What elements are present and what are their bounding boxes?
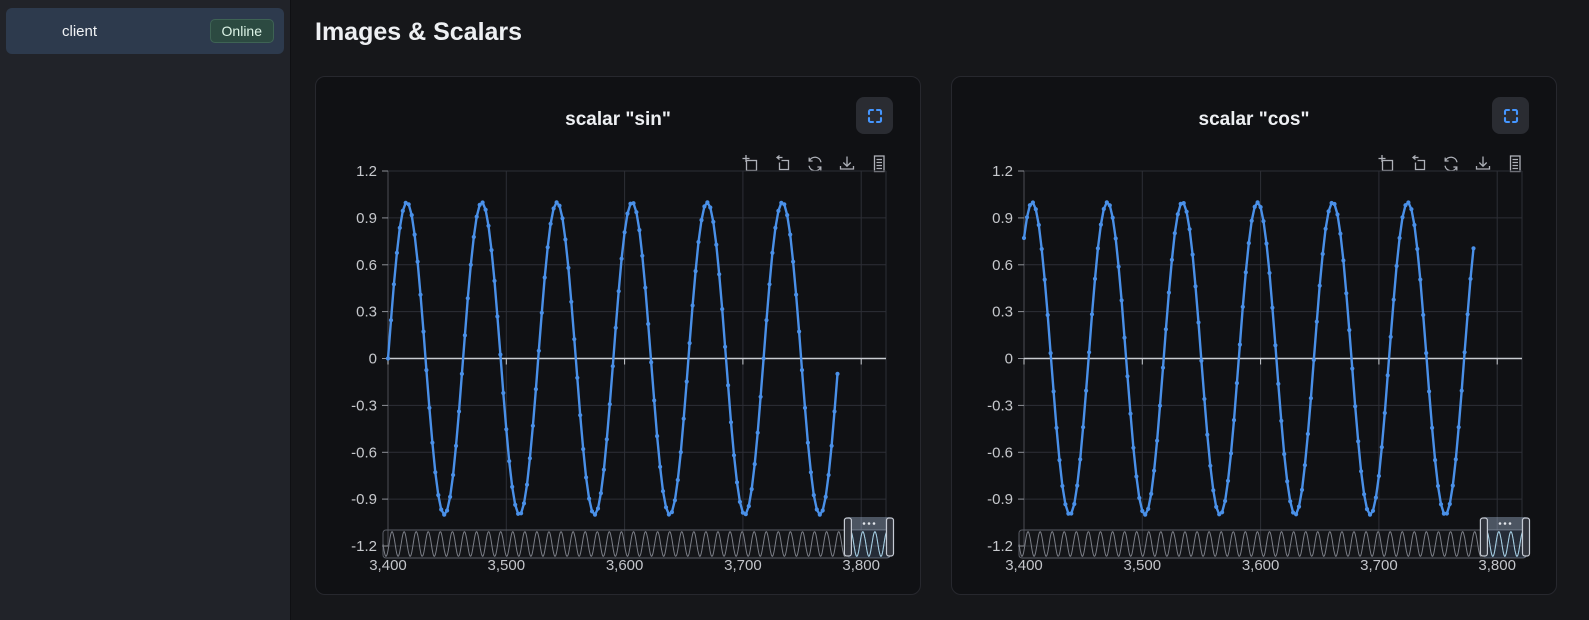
- x-axis-labels: 3,400 3,500 3,600 3,700 3,800: [1005, 557, 1516, 574]
- svg-text:-0.9: -0.9: [351, 491, 377, 508]
- main-area: Images & Scalars scalar "sin": [291, 0, 1589, 620]
- svg-text:-1.2: -1.2: [987, 538, 1013, 555]
- svg-text:3,400: 3,400: [1005, 557, 1043, 574]
- svg-text:-0.3: -0.3: [987, 397, 1013, 414]
- svg-text:3,800: 3,800: [1478, 557, 1516, 574]
- move-handle-dots-icon: [863, 522, 876, 525]
- svg-text:0.3: 0.3: [356, 304, 377, 321]
- svg-text:1.2: 1.2: [992, 163, 1013, 180]
- svg-text:3,600: 3,600: [606, 557, 644, 574]
- svg-text:3,400: 3,400: [369, 557, 407, 574]
- line-chart-cos[interactable]: 1.20.90.60.30-0.3-0.6-0.9-1.23,4003,5003…: [952, 157, 1558, 577]
- svg-text:3,600: 3,600: [1242, 557, 1280, 574]
- card-scalar-cos: scalar "cos": [951, 76, 1557, 595]
- client-label: client: [62, 23, 97, 40]
- svg-text:-0.6: -0.6: [987, 444, 1013, 461]
- status-badge: Online: [210, 19, 274, 43]
- x-axis-labels: 3,400 3,500 3,600 3,700 3,800: [369, 557, 880, 574]
- svg-text:-0.3: -0.3: [351, 397, 377, 414]
- datazoom-handle-right[interactable]: [1523, 518, 1530, 556]
- svg-text:0.6: 0.6: [992, 257, 1013, 274]
- page-title: Images & Scalars: [315, 14, 1589, 50]
- svg-text:3,700: 3,700: [724, 557, 762, 574]
- cards-row: scalar "sin": [315, 76, 1589, 595]
- datazoom-handle-left[interactable]: [844, 518, 851, 556]
- fullscreen-expand-icon: [1501, 106, 1521, 126]
- svg-text:0.9: 0.9: [356, 210, 377, 227]
- svg-text:3,500: 3,500: [1124, 557, 1162, 574]
- line-chart-sin[interactable]: 1.20.90.60.30-0.3-0.6-0.9-1.23,4003,5003…: [316, 157, 922, 577]
- svg-text:3,700: 3,700: [1360, 557, 1398, 574]
- sidebar-item-client[interactable]: client Online: [6, 8, 284, 54]
- svg-text:1.2: 1.2: [356, 163, 377, 180]
- move-handle-dots-icon: [1499, 522, 1512, 525]
- y-axis: 1.2 0.9 0.6 0.3 0 -0.3 -0.6 -0.9 -1.2: [351, 163, 388, 555]
- svg-text:0.3: 0.3: [992, 304, 1013, 321]
- svg-text:3,500: 3,500: [488, 557, 526, 574]
- x-axis-zero-line: [1024, 359, 1522, 365]
- svg-text:-0.9: -0.9: [987, 491, 1013, 508]
- y-axis: 1.2 0.9 0.6 0.3 0 -0.3 -0.6 -0.9 -1.2: [987, 163, 1024, 555]
- datazoom-slider[interactable]: [1019, 517, 1530, 558]
- svg-text:-0.6: -0.6: [351, 444, 377, 461]
- svg-text:3,800: 3,800: [842, 557, 880, 574]
- fullscreen-expand-icon: [865, 106, 885, 126]
- card-scalar-sin: scalar "sin": [315, 76, 921, 595]
- svg-text:0: 0: [369, 351, 377, 368]
- datazoom-handle-left[interactable]: [1480, 518, 1487, 556]
- sidebar: client Online: [0, 0, 291, 620]
- fullscreen-button[interactable]: [856, 97, 893, 134]
- svg-text:0.6: 0.6: [356, 257, 377, 274]
- fullscreen-button[interactable]: [1492, 97, 1529, 134]
- chart-title: scalar "cos": [952, 109, 1556, 131]
- svg-text:0.9: 0.9: [992, 210, 1013, 227]
- chart-title: scalar "sin": [316, 109, 920, 131]
- datazoom-handle-right[interactable]: [887, 518, 894, 556]
- svg-text:-1.2: -1.2: [351, 538, 377, 555]
- svg-text:0: 0: [1005, 351, 1013, 368]
- datazoom-slider[interactable]: [383, 517, 894, 558]
